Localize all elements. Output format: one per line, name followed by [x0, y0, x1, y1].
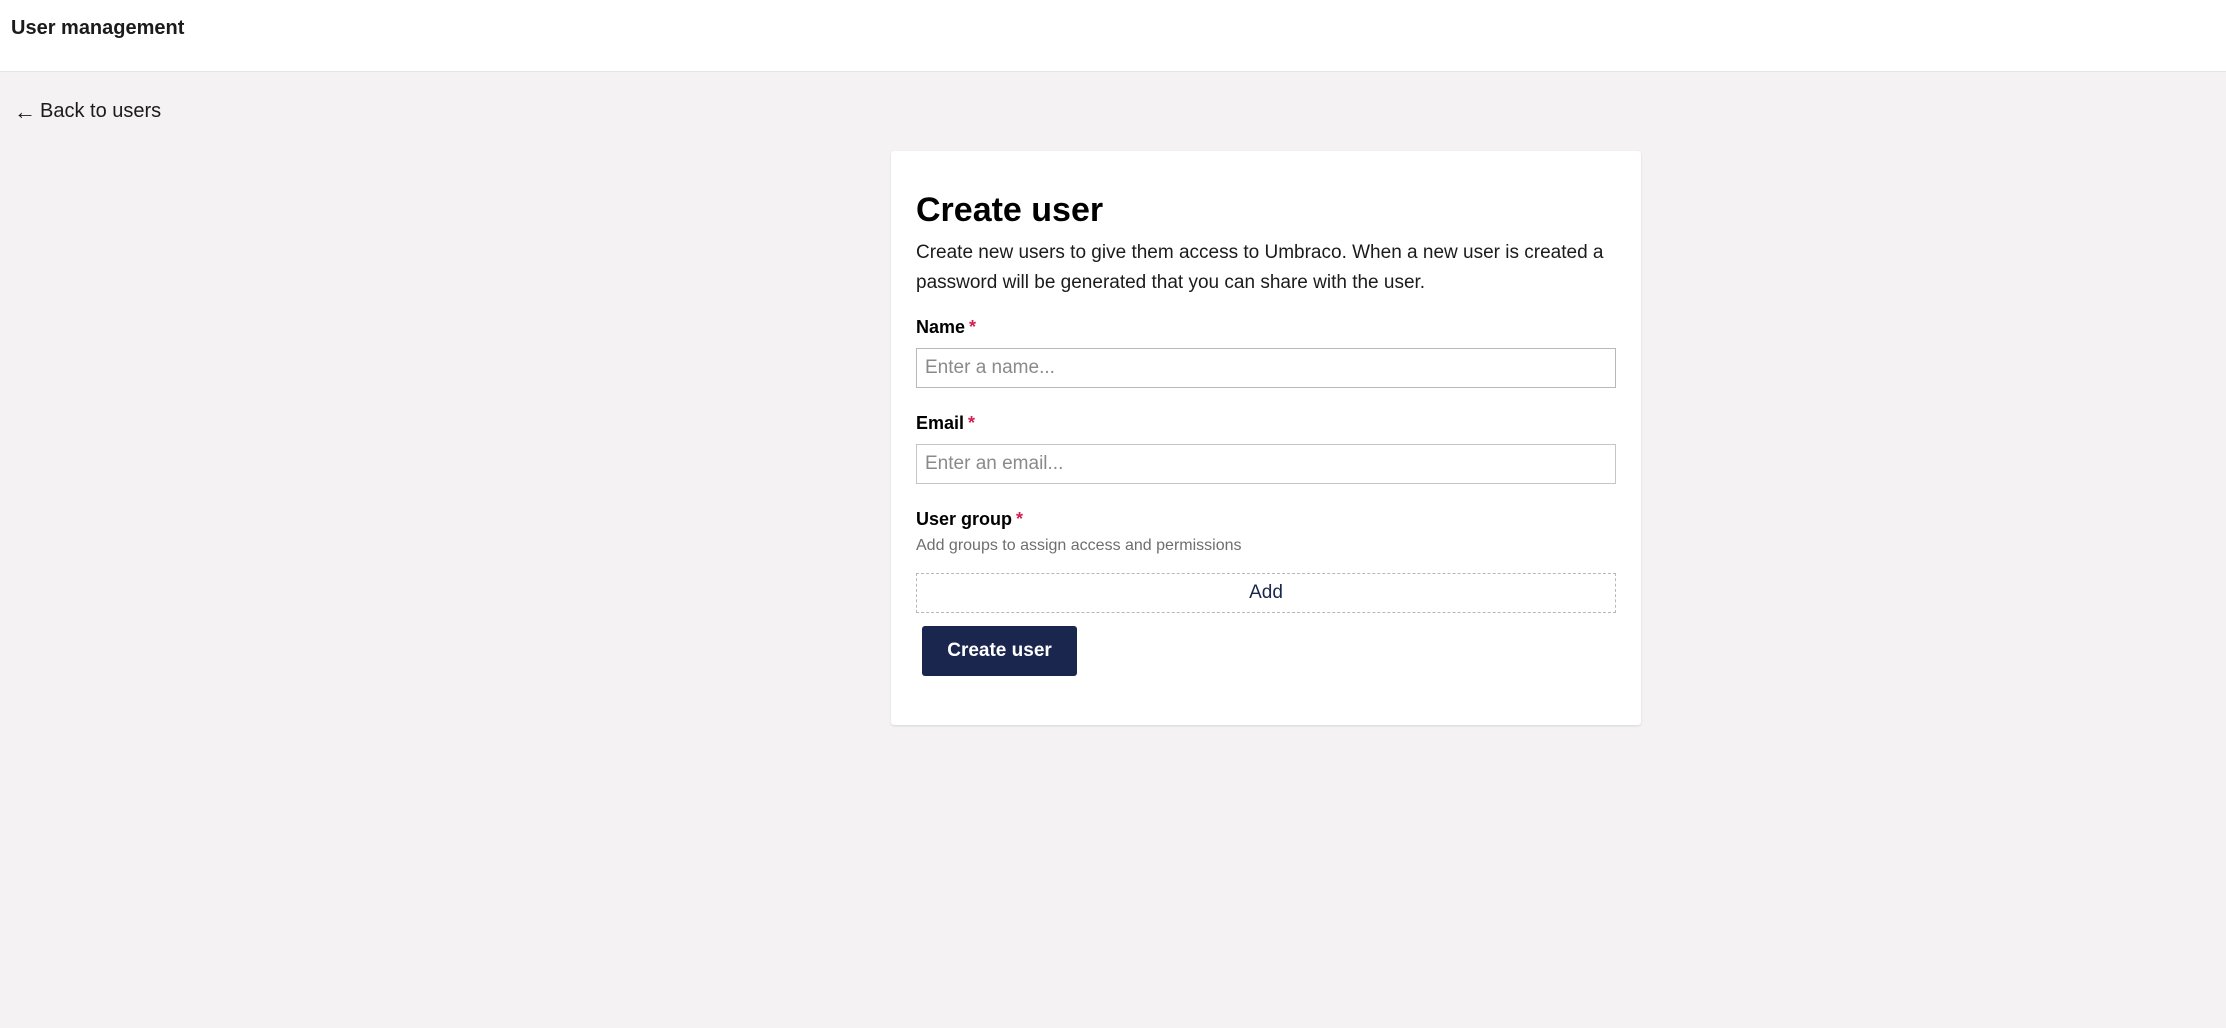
add-button-label: Add: [1249, 582, 1283, 603]
email-label-text: Email: [916, 413, 965, 433]
name-label: Name *: [916, 317, 976, 338]
required-marker: *: [969, 317, 977, 337]
user-group-label-text: User group: [916, 509, 1013, 529]
add-user-group-button[interactable]: Add: [916, 573, 1616, 613]
name-label-text: Name: [916, 317, 966, 337]
form-description: Create new users to give them access to …: [916, 242, 1604, 293]
email-input[interactable]: [916, 444, 1616, 484]
back-link-label: Back to users: [40, 100, 162, 122]
form-title: Create user: [916, 191, 1104, 229]
user-group-help: Add groups to assign access and permissi…: [916, 537, 1242, 554]
create-user-button[interactable]: Create user: [922, 626, 1077, 676]
page-title: User management: [11, 17, 185, 39]
required-marker: *: [1016, 509, 1024, 529]
top-bar: User management: [0, 0, 2226, 72]
arrow-left-icon: ←: [14, 98, 36, 124]
user-group-label: User group *: [916, 509, 1023, 530]
name-input[interactable]: [916, 348, 1616, 388]
create-user-card: Create user Create new users to give the…: [891, 151, 1641, 725]
back-to-users-link[interactable]: ← Back to users: [14, 100, 161, 123]
required-marker: *: [968, 413, 976, 433]
email-label: Email *: [916, 413, 975, 434]
